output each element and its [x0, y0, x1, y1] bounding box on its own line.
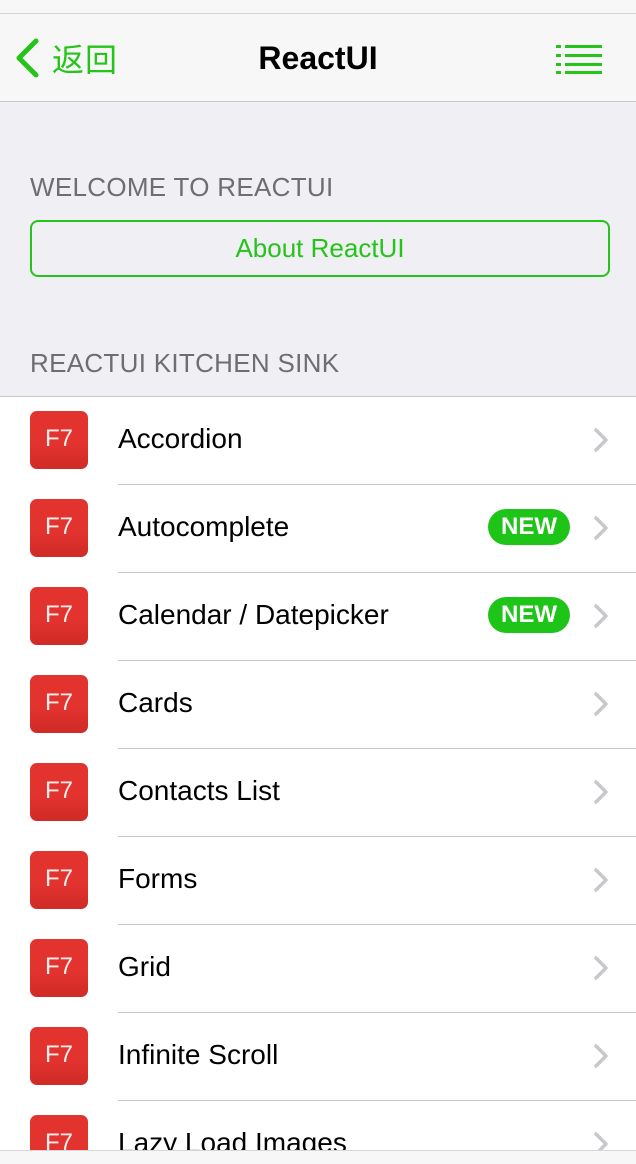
list-item-label: Calendar / Datepicker: [118, 599, 389, 630]
list-item-label: Autocomplete: [118, 511, 290, 542]
chevron-right-icon: [594, 516, 608, 540]
icon-text: F7: [44, 777, 73, 804]
f7-app-icon: F7: [30, 1027, 88, 1085]
icon-text: F7: [44, 513, 73, 540]
list-item-label: Contacts List: [118, 775, 280, 806]
list-item[interactable]: F7 Accordion: [0, 397, 636, 485]
chevron-right-icon: [594, 692, 608, 716]
icon-text: F7: [44, 425, 73, 452]
icon-text: F7: [44, 689, 73, 716]
f7-app-icon: F7: [30, 939, 88, 997]
chevron-right-icon: [594, 428, 608, 452]
kitchen-sink-list: F7 Accordion F7 Autocomplete NEW F7 Calendar /…: [0, 396, 636, 1156]
list-item-label: Accordion: [118, 423, 243, 454]
list-item[interactable]: F7 Forms: [0, 837, 636, 925]
list-item[interactable]: F7 Lazy Load Images: [0, 1101, 636, 1156]
f7-app-icon: F7: [30, 411, 88, 469]
navbar: 返回 ReactUI: [0, 14, 636, 102]
list-menu-icon: [556, 45, 602, 74]
icon-text: F7: [44, 865, 73, 892]
list-item[interactable]: F7 Infinite Scroll: [0, 1013, 636, 1101]
list-item-label: Cards: [118, 687, 193, 718]
list-item[interactable]: F7 Calendar / Datepicker NEW: [0, 573, 636, 661]
menu-button[interactable]: [556, 44, 604, 74]
f7-app-icon: F7: [30, 763, 88, 821]
status-strip: [0, 0, 636, 14]
chevron-right-icon: [594, 604, 608, 628]
chevron-right-icon: [594, 956, 608, 980]
list-item[interactable]: F7 Grid: [0, 925, 636, 1013]
kitchen-section-title: REACTUI KITCHEN SINK: [30, 348, 340, 378]
f7-app-icon: F7: [30, 499, 88, 557]
new-badge: NEW: [488, 597, 570, 633]
about-button[interactable]: About ReactUI: [30, 220, 610, 277]
icon-text: F7: [44, 953, 73, 980]
icon-text: F7: [44, 1041, 73, 1068]
chevron-right-icon: [594, 868, 608, 892]
list-item-label: Grid: [118, 951, 171, 982]
list-item[interactable]: F7 Cards: [0, 661, 636, 749]
f7-app-icon: F7: [30, 587, 88, 645]
list-item-label: Forms: [118, 863, 198, 894]
welcome-section-title: WELCOME TO REACTUI: [30, 172, 334, 202]
list-item[interactable]: F7 Autocomplete NEW: [0, 485, 636, 573]
chevron-right-icon: [594, 1044, 608, 1068]
f7-app-icon: F7: [30, 851, 88, 909]
new-badge: NEW: [488, 509, 570, 545]
bottom-strip: [0, 1150, 636, 1164]
list-item-label: Infinite Scroll: [118, 1039, 279, 1070]
list-item[interactable]: F7 Contacts List: [0, 749, 636, 837]
chevron-right-icon: [594, 780, 608, 804]
f7-app-icon: F7: [30, 675, 88, 733]
page-title: ReactUI: [258, 40, 378, 76]
icon-text: F7: [44, 601, 73, 628]
